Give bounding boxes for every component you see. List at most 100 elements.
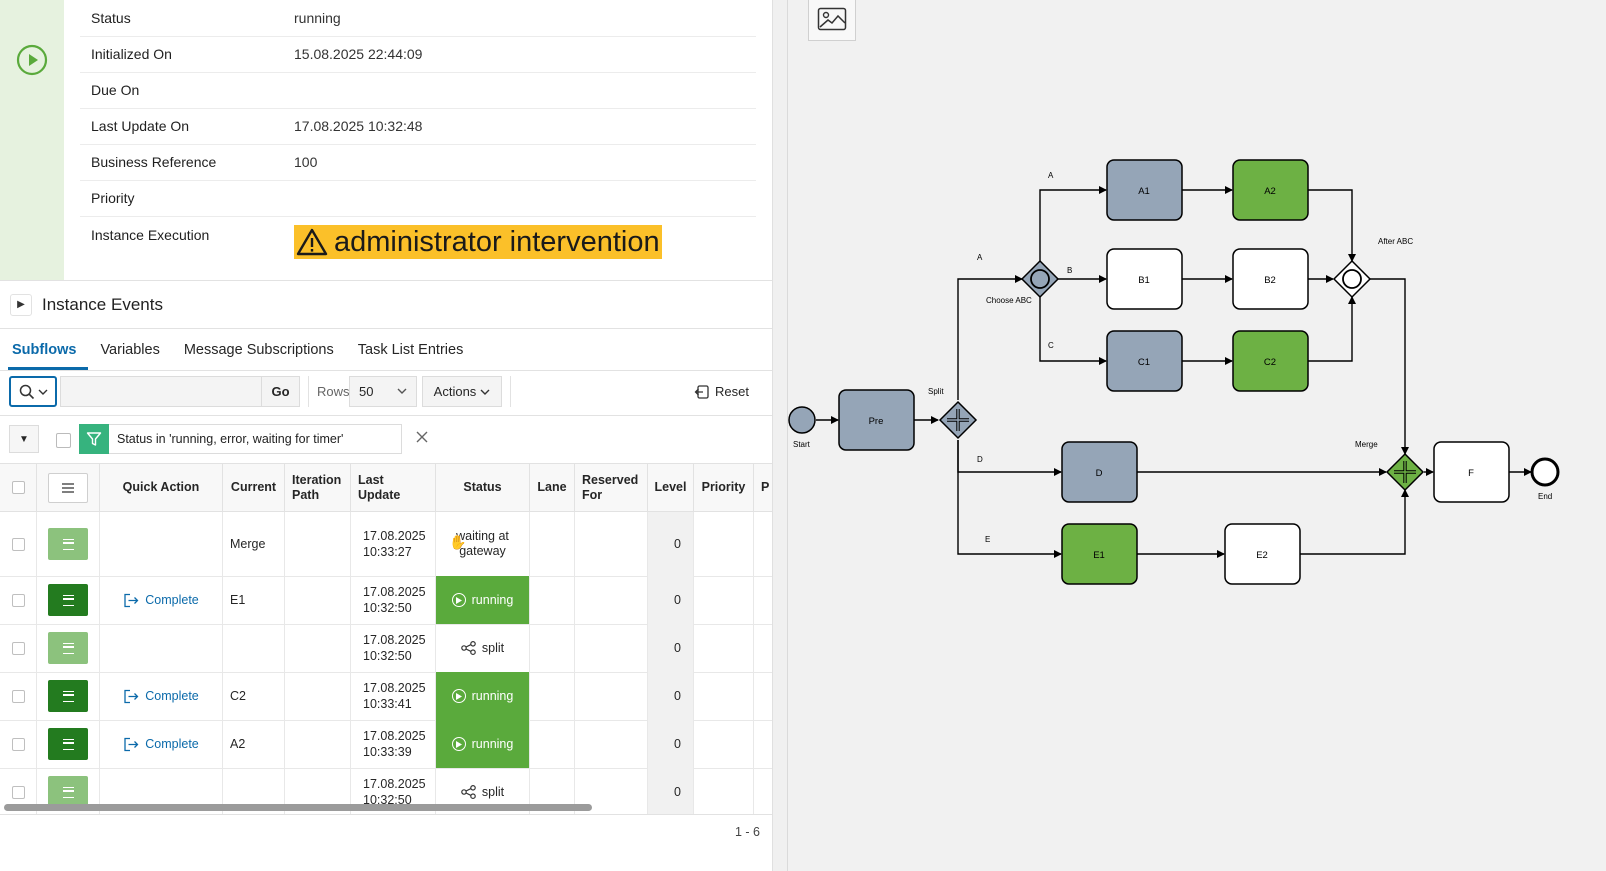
header-status[interactable]: Status bbox=[436, 464, 530, 511]
row-select-cell bbox=[0, 672, 37, 720]
play-icon bbox=[451, 689, 466, 703]
play-icon bbox=[451, 737, 466, 751]
status-filter-chip[interactable]: Status in 'running, error, waiting for t… bbox=[79, 423, 402, 454]
row-menu-button[interactable] bbox=[48, 680, 88, 712]
tab-subflows[interactable]: Subflows bbox=[0, 330, 89, 370]
flow-label-e: E bbox=[985, 535, 990, 544]
last-update-time: 10:33:27 bbox=[363, 545, 412, 559]
select-all-header bbox=[0, 464, 37, 511]
rows-per-page-select[interactable]: 50 bbox=[349, 376, 417, 407]
more-cell bbox=[754, 576, 772, 624]
last-update-cell: 17.08.2025 10:32:50 bbox=[351, 576, 436, 624]
detail-label: Priority bbox=[91, 190, 135, 206]
status-text: split bbox=[481, 785, 505, 799]
header-more[interactable]: P bbox=[754, 464, 772, 511]
detail-row-status: Status running bbox=[80, 0, 756, 37]
last-update-date: 17.08.2025 bbox=[363, 681, 426, 695]
gateway-choose-abc[interactable] bbox=[1020, 259, 1060, 299]
header-reserved-for[interactable]: Reserved For bbox=[575, 464, 648, 511]
actions-menu-button[interactable]: Actions bbox=[422, 376, 502, 407]
reserved-for-cell bbox=[575, 624, 648, 672]
pagination-label: 1 - 6 bbox=[734, 825, 760, 839]
header-lane[interactable]: Lane bbox=[530, 464, 575, 511]
level-cell: 0 bbox=[648, 720, 694, 768]
tab-variables[interactable]: Variables bbox=[88, 330, 171, 370]
row-menu-button[interactable] bbox=[48, 528, 88, 560]
detail-label: Initialized On bbox=[91, 46, 172, 62]
column-menu-button[interactable] bbox=[48, 472, 88, 503]
horizontal-scrollbar[interactable] bbox=[4, 804, 592, 811]
status-text: running bbox=[471, 737, 514, 751]
iteration-path-cell bbox=[285, 672, 351, 720]
row-menu-cell bbox=[37, 672, 100, 720]
sign-out-icon bbox=[124, 737, 139, 751]
row-menu-button[interactable] bbox=[48, 728, 88, 760]
more-cell bbox=[754, 768, 772, 814]
row-menu-cell bbox=[37, 624, 100, 672]
start-event[interactable] bbox=[788, 406, 816, 434]
filter-enable-checkbox[interactable] bbox=[56, 433, 71, 448]
gateway-after-abc[interactable] bbox=[1332, 259, 1372, 299]
collapse-filters-toggle[interactable]: ▼ bbox=[9, 425, 39, 453]
process-diagram: Pre A1 A2 B1 B2 C1 C2 D E1 E2 F Start En… bbox=[788, 159, 1560, 585]
detail-label: Last Update On bbox=[91, 118, 190, 134]
row-checkbox[interactable] bbox=[11, 537, 25, 551]
search-input[interactable] bbox=[60, 376, 261, 407]
rows-label: Rows bbox=[317, 384, 350, 399]
tab-message-subscriptions[interactable]: Message Subscriptions bbox=[172, 330, 346, 370]
header-last-update[interactable]: Last Update bbox=[351, 464, 436, 511]
more-cell bbox=[754, 720, 772, 768]
current-cell bbox=[223, 624, 285, 672]
header-iteration-path[interactable]: Iteration Path bbox=[285, 464, 351, 511]
gateway-merge[interactable] bbox=[1385, 452, 1425, 492]
flow-label-b: B bbox=[1067, 266, 1072, 275]
row-checkbox[interactable] bbox=[11, 737, 25, 751]
expand-events-toggle[interactable]: ▶ bbox=[10, 293, 32, 316]
label-e2: E2 bbox=[1256, 550, 1268, 561]
quick-action-cell: Complete bbox=[100, 576, 223, 624]
end-event[interactable] bbox=[1530, 457, 1560, 487]
row-checkbox[interactable] bbox=[11, 641, 25, 655]
lane-cell bbox=[530, 576, 575, 624]
row-checkbox[interactable] bbox=[11, 689, 25, 703]
flow-label-a-top: A bbox=[1048, 171, 1054, 180]
row-menu-button[interactable] bbox=[48, 632, 88, 664]
table-row: Complete A2 17.08.2025 10:33:39 running 0 bbox=[0, 720, 772, 769]
complete-link[interactable]: Complete bbox=[123, 593, 199, 608]
complete-link[interactable]: Complete bbox=[123, 737, 199, 752]
tab-task-list-entries[interactable]: Task List Entries bbox=[346, 330, 476, 370]
priority-cell bbox=[694, 768, 754, 814]
detail-value: 17.08.2025 10:32:48 bbox=[294, 118, 423, 134]
flow-split-e bbox=[957, 440, 1062, 558]
select-all-checkbox[interactable] bbox=[11, 481, 25, 494]
go-button[interactable]: Go bbox=[261, 376, 300, 407]
rows-value: 50 bbox=[359, 384, 374, 399]
table-row: Complete C2 17.08.2025 10:33:41 running 0 bbox=[0, 672, 772, 721]
search-column-button[interactable] bbox=[9, 376, 57, 407]
flow-split-d bbox=[957, 440, 1062, 476]
current-cell: Merge bbox=[223, 512, 285, 576]
level-cell: 0 bbox=[648, 768, 694, 814]
sign-out-icon bbox=[124, 689, 139, 703]
header-current[interactable]: Current bbox=[223, 464, 285, 511]
priority-cell bbox=[694, 576, 754, 624]
remove-filter-icon[interactable] bbox=[414, 429, 430, 445]
header-level[interactable]: Level bbox=[648, 464, 694, 511]
table-row: Merge 17.08.2025 10:33:27 waiting at gatewa… bbox=[0, 512, 772, 577]
row-menu-header bbox=[37, 464, 100, 511]
hamburger-icon bbox=[62, 594, 74, 606]
header-quick-action[interactable]: Quick Action bbox=[100, 464, 223, 511]
label-f: F bbox=[1468, 468, 1474, 479]
hamburger-icon bbox=[62, 538, 74, 550]
last-update-time: 10:32:50 bbox=[363, 601, 412, 615]
hamburger-icon bbox=[62, 738, 74, 750]
row-checkbox[interactable] bbox=[11, 785, 25, 799]
header-priority[interactable]: Priority bbox=[694, 464, 754, 511]
label-pre: Pre bbox=[869, 416, 884, 427]
gateway-split[interactable] bbox=[938, 400, 978, 440]
row-menu-button[interactable] bbox=[48, 584, 88, 616]
iteration-path-cell bbox=[285, 576, 351, 624]
complete-link[interactable]: Complete bbox=[123, 689, 199, 704]
row-checkbox[interactable] bbox=[11, 593, 25, 607]
reset-button[interactable]: Reset bbox=[694, 376, 760, 407]
